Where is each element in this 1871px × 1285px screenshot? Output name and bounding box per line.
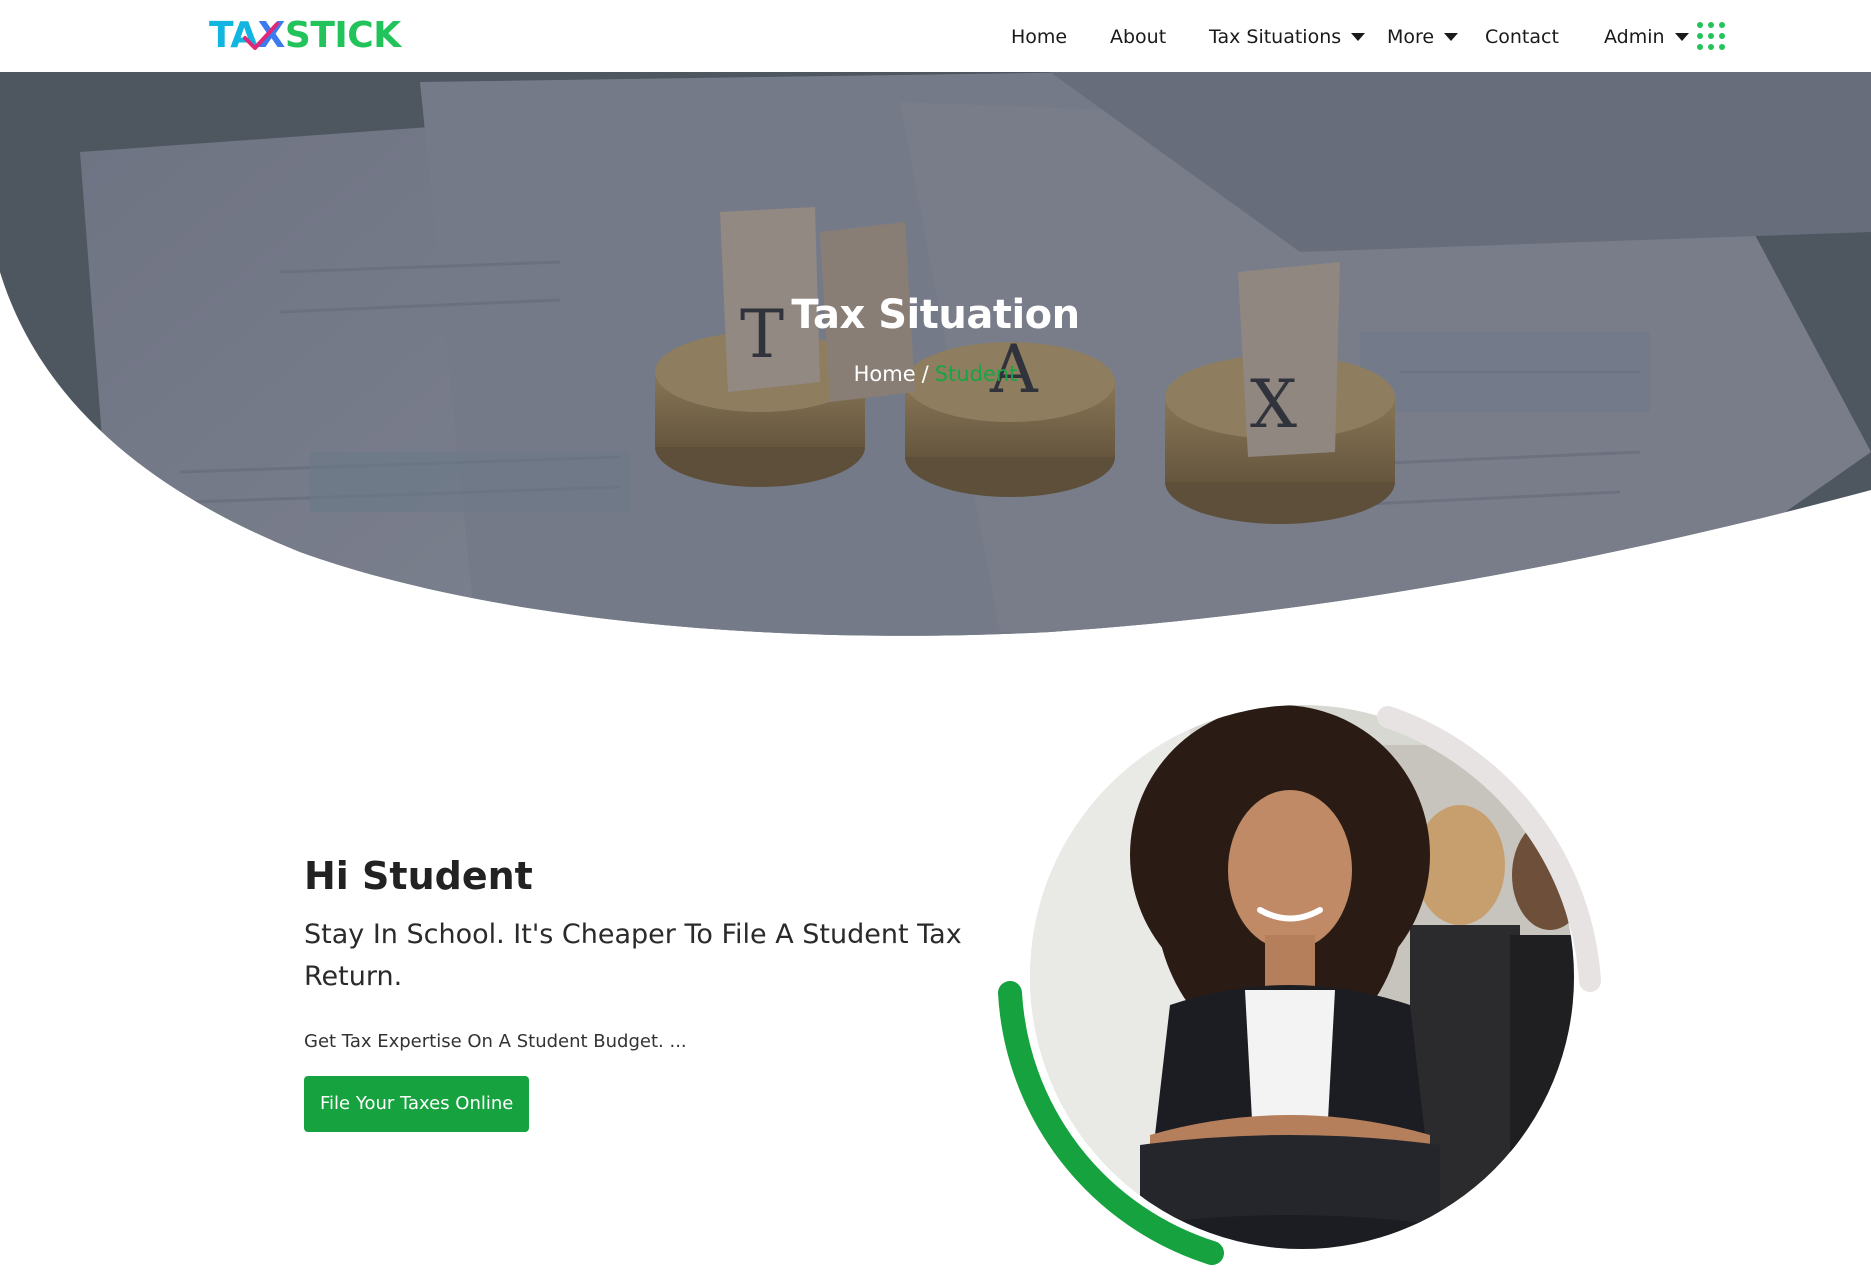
intro-section: Hi Student Stay In School. It's Cheaper … — [304, 852, 984, 1132]
nav-more[interactable]: More — [1387, 22, 1459, 52]
section-blurb: Get Tax Expertise On A Student Budget. .… — [304, 1031, 687, 1052]
hero-banner: T A X Tax Situation Home / Student — [0, 72, 1871, 642]
taxstick-logo[interactable]: TAXSTICK — [209, 14, 401, 58]
nav-contact[interactable]: Contact — [1485, 22, 1559, 52]
chevron-down-icon — [1674, 32, 1689, 41]
nav-tax-situations[interactable]: Tax Situations — [1209, 22, 1366, 52]
nav-home[interactable]: Home — [1011, 22, 1067, 52]
nav-home-label: Home — [1011, 26, 1068, 48]
breadcrumb-separator: / — [921, 362, 929, 386]
portrait-image — [998, 705, 1601, 1265]
section-subheading: Stay In School. It's Cheaper To File A S… — [304, 919, 962, 992]
chevron-down-icon — [1351, 32, 1366, 41]
breadcrumb-home[interactable]: Home — [854, 362, 916, 386]
chevron-down-icon — [1444, 32, 1459, 41]
section-heading: Hi Student — [304, 854, 533, 898]
hero-background-image: T A X — [0, 72, 1871, 636]
nav-more-label: More — [1387, 26, 1435, 48]
nav-contact-label: Contact — [1485, 26, 1559, 48]
nav-admin[interactable]: Admin — [1604, 22, 1689, 52]
breadcrumb-current: Student — [934, 362, 1018, 386]
nav-admin-label: Admin — [1604, 26, 1665, 48]
nav-about-label: About — [1110, 26, 1167, 48]
logo-check-icon — [243, 22, 279, 50]
logo-text-stick: STICK — [284, 15, 401, 56]
nav-tax-situations-label: Tax Situations — [1209, 26, 1342, 48]
portrait-section — [990, 705, 1610, 1265]
file-taxes-online-button[interactable]: File Your Taxes Online — [304, 1076, 530, 1132]
page-title: Tax Situation — [791, 292, 1080, 338]
breadcrumb: Home / Student — [0, 362, 1871, 386]
nav-about[interactable]: About — [1110, 22, 1166, 52]
site-header: TAXSTICK Home About Tax Situations More … — [0, 0, 1871, 72]
main-nav: Home About Tax Situations More Contact A… — [1000, 22, 1871, 52]
grid-dots-icon[interactable] — [1697, 22, 1725, 50]
